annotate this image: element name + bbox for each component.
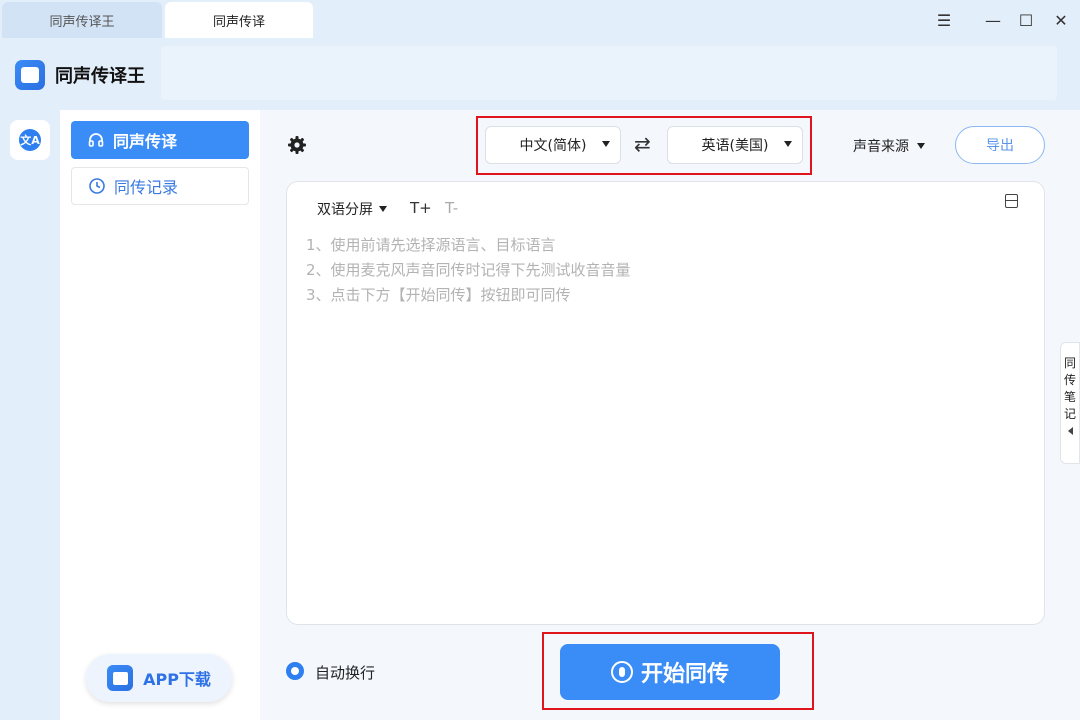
split-mode-dropdown[interactable]: 双语分屏 [317, 199, 387, 219]
app-title: 同声传译王 [55, 66, 145, 87]
tip-line: 3、点击下方【开始同传】按钮即可同传 [306, 286, 571, 304]
export-button[interactable]: 导出 [955, 126, 1045, 164]
close-icon[interactable]: ✕ [1050, 9, 1072, 31]
maximize-icon[interactable]: ☐ [1015, 9, 1037, 31]
app-logo-icon [15, 60, 45, 90]
app-download-label: APP下载 [143, 670, 211, 689]
swap-languages-icon[interactable]: ⇄ [634, 132, 651, 156]
layout-toggle-icon[interactable] [1005, 194, 1018, 208]
minimize-icon[interactable]: — [982, 9, 1004, 31]
tab-label: 同声传译 [212, 14, 265, 30]
sidebar-item-history[interactable]: 同传记录 [71, 167, 249, 205]
voice-source-label: 声音来源 [853, 139, 909, 155]
app-download-button[interactable]: APP下载 [86, 654, 232, 702]
export-label: 导出 [986, 138, 1014, 154]
app-logo-icon [107, 665, 134, 691]
start-interpretation-button[interactable]: 开始同传 [560, 644, 780, 700]
clock-icon [88, 177, 106, 195]
tab-app-home[interactable]: 同声传译王 [2, 2, 162, 38]
target-language-select[interactable]: 英语(美国) [667, 126, 803, 164]
split-mode-label: 双语分屏 [317, 202, 373, 218]
auto-wrap-label: 自动换行 [315, 664, 376, 682]
header-banner [161, 46, 1057, 100]
notes-side-tab[interactable]: 同传笔记 [1060, 342, 1080, 464]
font-increase-icon[interactable]: T+ [410, 199, 432, 217]
translate-icon: 文A [19, 129, 41, 151]
headphones-icon [87, 131, 105, 149]
sidebar-item-interpretation[interactable]: 同声传译 [71, 121, 249, 159]
caret-down-icon [379, 206, 387, 212]
source-language-value: 中文(简体) [519, 138, 587, 154]
caret-down-icon [602, 141, 610, 147]
notes-side-tab-label: 同传笔记 [1064, 356, 1077, 421]
tab-label: 同声传译王 [49, 14, 115, 30]
voice-source-dropdown[interactable]: 声音来源 [853, 136, 925, 156]
chevron-left-icon [1067, 427, 1073, 435]
tip-line: 2、使用麦克风声音同传时记得下先测试收音音量 [306, 261, 631, 279]
auto-wrap-radio[interactable] [286, 662, 304, 680]
caret-down-icon [917, 143, 925, 149]
target-language-value: 英语(美国) [701, 138, 769, 154]
tip-line: 1、使用前请先选择源语言、目标语言 [306, 236, 556, 254]
sidebar: 同声传译 同传记录 APP下载 [60, 110, 260, 720]
font-decrease-icon[interactable]: T- [445, 199, 458, 217]
start-label: 开始同传 [640, 662, 729, 687]
gear-icon[interactable] [286, 134, 308, 156]
tab-simultaneous-interpretation[interactable]: 同声传译 [165, 2, 313, 38]
rail-translate-button[interactable]: 文A [10, 120, 50, 160]
sidebar-item-label: 同传记录 [114, 178, 179, 197]
caret-down-icon [784, 141, 792, 147]
microphone-icon [610, 661, 633, 683]
menu-icon[interactable]: ☰ [933, 9, 955, 31]
source-language-select[interactable]: 中文(简体) [485, 126, 621, 164]
sidebar-item-label: 同声传译 [113, 132, 178, 151]
